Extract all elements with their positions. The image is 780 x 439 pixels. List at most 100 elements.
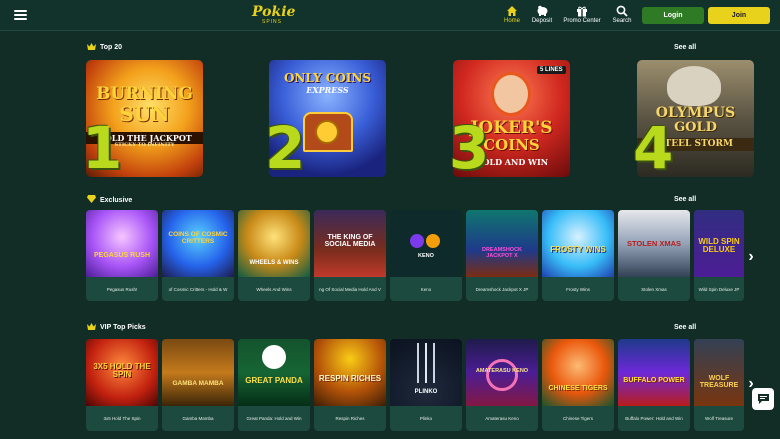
art-title: KENO <box>418 253 434 259</box>
game-caption: Dreamshock Jackpot X JP <box>475 286 529 292</box>
plinko-pegs-illustration <box>425 343 427 383</box>
game-art: WHEELS & WINS <box>238 210 310 277</box>
game-tile[interactable]: WHEELS & WINS Wheels And Wins <box>238 210 310 301</box>
game-art: RESPIN RICHES <box>314 339 386 406</box>
art-title: WOLF TREASURE <box>699 375 739 389</box>
game-art: THE KING OF SOCIAL MEDIA <box>314 210 386 277</box>
vip-see-all-link[interactable]: See all <box>674 324 696 331</box>
ball-illustration <box>410 234 424 248</box>
game-art: BUFFALO POWER <box>618 339 690 406</box>
game-caption: 3x5 Hold The Spin <box>103 415 141 421</box>
card-title: BURNING <box>96 84 193 104</box>
game-art: GAMBA MAMBA <box>162 339 234 406</box>
game-tile[interactable]: WILD SPIN DELUXE Wild Spin Deluxe JP <box>694 210 744 301</box>
art-title: AMATERASU KENO <box>475 368 529 374</box>
rank-number: 3 <box>449 114 490 182</box>
login-button[interactable]: Login <box>642 7 704 24</box>
card-title: ONLY COINS <box>283 71 372 85</box>
rank-number: 4 <box>633 114 674 182</box>
art-title: FROSTY WINS <box>550 245 606 254</box>
top-navigation-bar: Pokie SPINS Home Deposit Promo Center Se… <box>0 0 780 31</box>
nav-home[interactable]: Home <box>500 3 524 29</box>
game-tile[interactable]: WOLF TREASURE Wolf Treasure <box>694 339 744 431</box>
game-caption: ng Of Social Media Hold And V <box>319 286 381 292</box>
rank-number: 1 <box>82 114 123 182</box>
game-tile[interactable]: BUFFALO POWER Buffalo Power: Hold and Wi… <box>618 339 690 431</box>
game-tile[interactable]: COINS OF COSMIC CRITTERS of Cosmic Critt… <box>162 210 234 301</box>
hamburger-menu-icon[interactable] <box>14 10 27 20</box>
game-art: KENO <box>390 210 462 277</box>
crown-icon <box>87 43 96 52</box>
game-tile[interactable]: CHINESE TIGERS Chinese Tigers <box>542 339 614 431</box>
game-tile[interactable]: STOLEN XMAS Stolen Xmas <box>618 210 690 301</box>
art-title: WILD SPIN DELUXE <box>698 237 740 254</box>
game-tile[interactable]: KENO Keno <box>390 210 462 301</box>
game-caption: Pegasus Rush! <box>106 286 138 292</box>
nav-deposit[interactable]: Deposit <box>528 3 556 29</box>
exclusive-see-all-link[interactable]: See all <box>674 196 696 203</box>
coin-illustration <box>315 120 339 144</box>
join-button[interactable]: Join <box>708 7 770 24</box>
pokie-spins-logo[interactable]: Pokie SPINS <box>252 5 295 27</box>
game-caption: Wheels And Wins <box>256 286 292 292</box>
game-caption: Respin Riches <box>335 415 365 421</box>
game-art: DREAMSHOCK JACKPOT X <box>466 210 538 277</box>
art-title: CHINESE TIGERS <box>548 385 608 392</box>
game-caption: Wild Spin Deluxe JP <box>698 286 740 292</box>
diamond-icon <box>87 195 96 205</box>
game-art: WOLF TREASURE <box>694 339 744 406</box>
game-caption: Amaterasu Keno <box>485 415 519 421</box>
nav-promo-center[interactable]: Promo Center <box>562 3 602 29</box>
game-tile[interactable]: PLINKO Plinko <box>390 339 462 431</box>
crown-icon <box>87 323 96 332</box>
nav-search[interactable]: Search <box>610 3 634 29</box>
game-tile[interactable]: RESPIN RICHES Respin Riches <box>314 339 386 431</box>
art-title: DREAMSHOCK JACKPOT X <box>481 247 523 259</box>
art-title: PLINKO <box>414 389 438 395</box>
top20-title-text: Top 20 <box>100 44 123 51</box>
lines-badge: 5 LINES <box>537 66 566 74</box>
game-tile[interactable]: 3X5 HOLD THE SPIN 3x5 Hold The Spin <box>86 339 158 431</box>
art-title: GAMBA MAMBA <box>172 380 224 387</box>
art-title: 3X5 HOLD THE SPIN <box>93 362 151 379</box>
game-caption: Frosty Wins <box>566 286 590 292</box>
keno-ring-illustration <box>486 359 518 391</box>
game-caption: Plinko <box>419 415 433 421</box>
nav-deposit-label: Deposit <box>531 18 553 24</box>
piggy-bank-icon <box>536 3 549 18</box>
game-caption: Great Panda: Hold and Win <box>246 415 302 421</box>
game-caption: Stolen Xmas <box>641 286 667 292</box>
vip-section-title: VIP Top Picks <box>87 323 146 332</box>
game-art: PEGASUS RUSH <box>86 210 158 277</box>
rank-number: 2 <box>265 114 306 182</box>
game-art: AMATERASU KENO <box>466 339 538 406</box>
art-title: COINS OF COSMIC CRITTERS <box>168 231 228 245</box>
panda-illustration <box>262 345 286 369</box>
art-title: WHEELS & WINS <box>249 260 299 266</box>
game-tile[interactable]: FROSTY WINS Frosty Wins <box>542 210 614 301</box>
ball-illustration <box>426 234 440 248</box>
zeus-illustration <box>667 66 721 106</box>
card-title-2: EXPRESS <box>306 85 349 95</box>
art-title: PEGASUS RUSH <box>93 252 150 259</box>
art-title: BUFFALO POWER <box>623 377 685 384</box>
game-art: FROSTY WINS <box>542 210 614 277</box>
game-art: WILD SPIN DELUXE <box>694 210 744 277</box>
exclusive-next-arrow-icon[interactable]: › <box>744 247 758 267</box>
game-tile[interactable]: THE KING OF SOCIAL MEDIA ng Of Social Me… <box>314 210 386 301</box>
game-tile[interactable]: GAMBA MAMBA Gamba Mamba <box>162 339 234 431</box>
game-tile[interactable]: AMATERASU KENO Amaterasu Keno <box>466 339 538 431</box>
top20-see-all-link[interactable]: See all <box>674 44 696 51</box>
home-icon <box>506 3 518 18</box>
top20-section-title: Top 20 <box>87 43 122 52</box>
live-chat-icon[interactable] <box>752 388 774 410</box>
game-tile[interactable]: DREAMSHOCK JACKPOT X Dreamshock Jackpot … <box>466 210 538 301</box>
game-tile[interactable]: GREAT PANDA Great Panda: Hold and Win <box>238 339 310 431</box>
nav-search-label: Search <box>612 18 632 24</box>
exclusive-title-text: Exclusive <box>100 196 133 204</box>
nav-promo-label: Promo Center <box>563 18 601 24</box>
game-art: STOLEN XMAS <box>618 210 690 277</box>
game-tile[interactable]: PEGASUS RUSH Pegasus Rush! <box>86 210 158 301</box>
vip-title-text: VIP Top Picks <box>100 324 146 331</box>
art-title: RESPIN RICHES <box>318 374 382 383</box>
